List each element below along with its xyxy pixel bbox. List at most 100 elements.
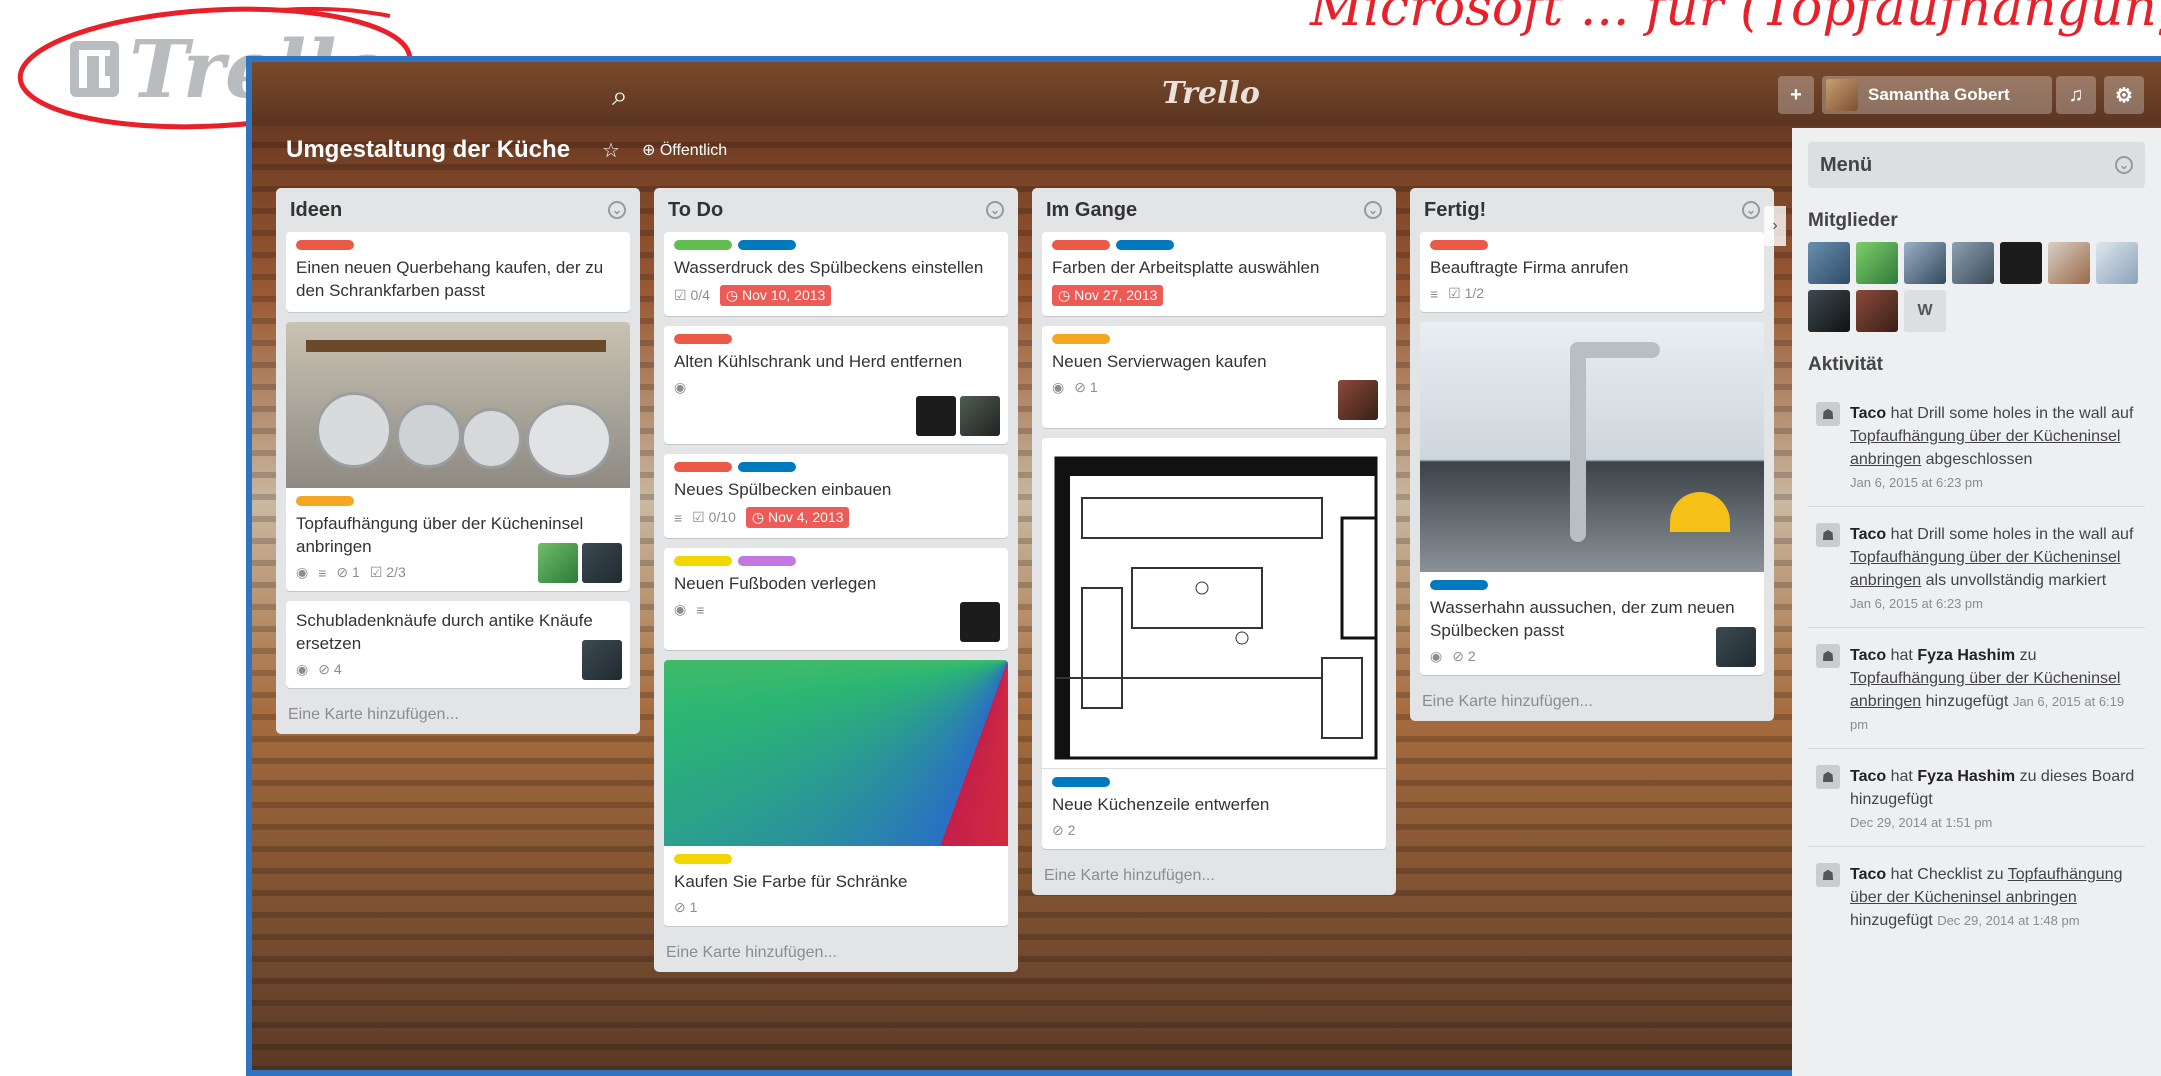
card-title: Beauftragte Firma anrufen — [1430, 258, 1629, 277]
description-icon: ≡ — [1430, 285, 1439, 302]
taco-avatar-icon[interactable]: ☗ — [1816, 523, 1840, 547]
card-title: Alten Kühlschrank und Herd entfernen — [674, 352, 963, 371]
card-label — [1052, 240, 1110, 250]
list-title[interactable]: Im Gange — [1046, 199, 1137, 222]
add-card-link[interactable]: Eine Karte hinzufügen... — [664, 936, 1008, 962]
search-icon[interactable]: ⌕ — [612, 80, 628, 113]
board-menu-sidebar: Menü ⌄ Mitglieder W Aktivität ☗ Taco hat… — [1792, 128, 2161, 1076]
gear-icon[interactable]: ⚙ — [2104, 76, 2144, 114]
menu-options-icon[interactable]: ⌄ — [2115, 156, 2133, 174]
list-menu-icon[interactable]: ⌄ — [1742, 201, 1760, 219]
avatar[interactable] — [960, 396, 1000, 436]
avatar[interactable] — [538, 543, 578, 583]
visibility-button[interactable]: ⊕ Öffentlich — [642, 140, 727, 160]
checklist-badge: ☑ 1/2 — [1448, 285, 1485, 301]
card-title: Wasserdruck des Spülbeckens einstellen — [674, 258, 984, 277]
card[interactable]: Neuen Fußboden verlegen ◉ ≡ — [664, 548, 1008, 650]
card[interactable]: Einen neuen Querbehang kaufen, der zu de… — [286, 232, 630, 312]
add-card-link[interactable]: Eine Karte hinzufügen... — [286, 698, 630, 724]
list-header: To Do ⌄ — [664, 188, 1008, 232]
attachment-badge: ⊘ 1 — [674, 899, 698, 915]
taco-avatar-icon[interactable]: ☗ — [1816, 644, 1840, 668]
member-avatar[interactable] — [1856, 242, 1898, 284]
member-avatar[interactable] — [1856, 290, 1898, 332]
avatar[interactable] — [960, 602, 1000, 642]
activity-text: Taco hat Checklist zu Topfaufhängung übe… — [1850, 866, 2123, 929]
visibility-label: Öffentlich — [659, 142, 728, 159]
activity-text: Taco hat Fyza Hashim zu dieses Board hin… — [1850, 768, 2135, 830]
member-avatar[interactable]: W — [1904, 290, 1946, 332]
list-todo[interactable]: To Do ⌄ Wasserdruck des Spülbeckens eins… — [654, 188, 1018, 972]
card-label — [296, 496, 354, 506]
card-label — [738, 462, 796, 472]
list-title[interactable]: To Do — [668, 199, 723, 222]
card[interactable]: Neues Spülbecken einbauen ≡ ☑ 0/10 ◷ Nov… — [664, 454, 1008, 538]
avatar[interactable] — [582, 640, 622, 680]
card[interactable]: Kaufen Sie Farbe für Schränke ⊘ 1 — [664, 660, 1008, 926]
card[interactable]: Wasserhahn aussuchen, der zum neuen Spül… — [1420, 322, 1764, 675]
taco-avatar-icon[interactable]: ☗ — [1816, 863, 1840, 887]
watch-icon: ◉ — [674, 379, 687, 395]
card[interactable]: Topfaufhängung über der Kücheninsel anbr… — [286, 322, 630, 591]
description-icon: ≡ — [318, 564, 327, 581]
member-avatar[interactable] — [1808, 242, 1850, 284]
taco-avatar-icon[interactable]: ☗ — [1816, 402, 1840, 426]
card-label — [674, 854, 732, 864]
add-button[interactable]: + — [1778, 76, 1814, 114]
card[interactable]: Neuen Servierwagen kaufen ◉ ⊘ 1 — [1042, 326, 1386, 428]
card-label — [1052, 334, 1110, 344]
card[interactable]: Alten Kühlschrank und Herd entfernen ◉ — [664, 326, 1008, 444]
card[interactable]: Farben der Arbeitsplatte auswählen ◷ Nov… — [1042, 232, 1386, 316]
member-avatar[interactable] — [2000, 242, 2042, 284]
bell-icon[interactable]: ♫ — [2056, 76, 2096, 114]
card-members — [960, 602, 1000, 642]
list-menu-icon[interactable]: ⌄ — [1364, 201, 1382, 219]
card-members — [582, 640, 622, 680]
menu-collapse-icon[interactable]: › — [1764, 206, 1786, 246]
list-ideen[interactable]: Ideen ⌄ Einen neuen Querbehang kaufen, d… — [276, 188, 640, 734]
avatar[interactable] — [1338, 380, 1378, 420]
card-badges: ◉ ⊘ 2 — [1430, 648, 1754, 665]
card[interactable]: Wasserdruck des Spülbeckens einstellen ☑… — [664, 232, 1008, 316]
list-menu-icon[interactable]: ⌄ — [608, 201, 626, 219]
add-card-link[interactable]: Eine Karte hinzufügen... — [1042, 859, 1386, 885]
list-menu-icon[interactable]: ⌄ — [986, 201, 1004, 219]
user-menu-button[interactable]: Samantha Gobert — [1822, 76, 2052, 114]
member-avatar[interactable] — [1904, 242, 1946, 284]
activity-text: Taco hat Fyza Hashim zu Topfaufhängung ü… — [1850, 647, 2125, 732]
members-list: W — [1808, 242, 2138, 332]
menu-header[interactable]: Menü ⌄ — [1808, 142, 2145, 188]
card-label — [674, 240, 732, 250]
attachment-badge: ⊘ 2 — [1052, 822, 1076, 838]
card[interactable]: Neue Küchenzeile entwerfen ⊘ 2 — [1042, 438, 1386, 849]
user-name: Samantha Gobert — [1868, 85, 2010, 104]
activity-item: ☗ Taco hat Fyza Hashim zu Topfaufhängung… — [1808, 628, 2145, 749]
star-icon[interactable]: ☆ — [602, 138, 620, 163]
card[interactable]: Schubladenknäufe durch antike Knäufe ers… — [286, 601, 630, 688]
activity-item: ☗ Taco hat Checklist zu Topfaufhängung ü… — [1808, 847, 2145, 944]
attachment-badge: ⊘ 1 — [336, 564, 360, 580]
board-title[interactable]: Umgestaltung der Küche — [286, 136, 570, 164]
list-title[interactable]: Ideen — [290, 199, 342, 222]
add-card-link[interactable]: Eine Karte hinzufügen... — [1420, 685, 1764, 711]
member-avatar[interactable] — [1808, 290, 1850, 332]
list-fertig[interactable]: Fertig! ⌄ Beauftragte Firma anrufen ≡ ☑ … — [1410, 188, 1774, 721]
list-im-gange[interactable]: Im Gange ⌄ Farben der Arbeitsplatte ausw… — [1032, 188, 1396, 895]
avatar[interactable] — [582, 543, 622, 583]
member-avatar[interactable] — [2048, 242, 2090, 284]
card-title: Neues Spülbecken einbauen — [674, 480, 892, 499]
card[interactable]: Beauftragte Firma anrufen ≡ ☑ 1/2 — [1420, 232, 1764, 312]
description-icon: ≡ — [674, 509, 683, 526]
avatar[interactable] — [1716, 627, 1756, 667]
activity-time: Jan 6, 2015 at 6:23 pm — [1850, 596, 1983, 611]
header-logo[interactable]: Trello — [1162, 76, 1260, 111]
member-avatar[interactable] — [1952, 242, 1994, 284]
taco-avatar-icon[interactable]: ☗ — [1816, 765, 1840, 789]
activity-item: ☗ Taco hat Drill some holes in the wall … — [1808, 386, 2145, 507]
activity-text: Taco hat Drill some holes in the wall au… — [1850, 526, 2134, 611]
avatar[interactable] — [916, 396, 956, 436]
member-avatar[interactable] — [2096, 242, 2138, 284]
list-header: Fertig! ⌄ — [1420, 188, 1764, 232]
trello-app: ⌕ Trello + Samantha Gobert ♫ ⚙ Umgestalt… — [246, 56, 2161, 1076]
list-title[interactable]: Fertig! — [1424, 199, 1486, 222]
